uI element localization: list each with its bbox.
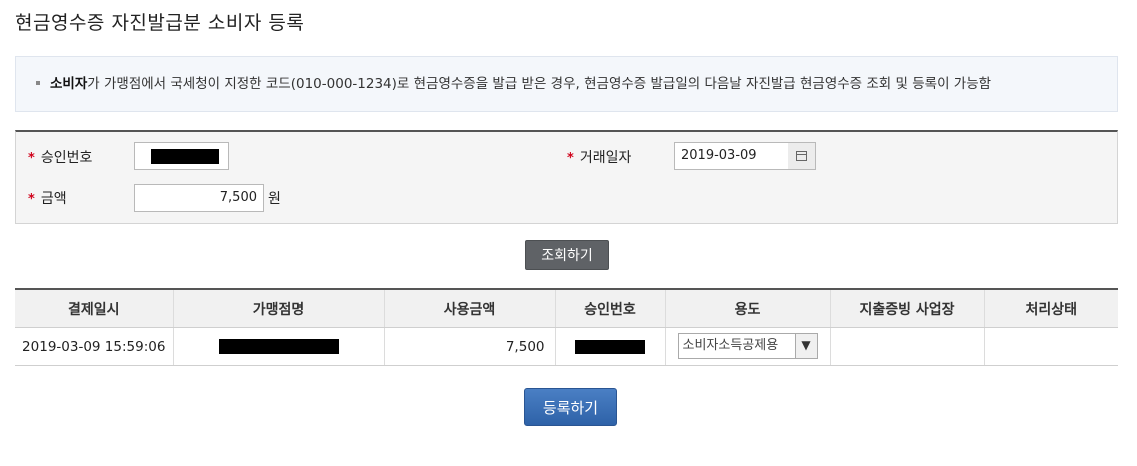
search-button[interactable]: 조회하기 (525, 240, 609, 270)
approval-number-input[interactable] (134, 142, 229, 170)
table-row: 2019-03-09 15:59:06 7,500 소비자소득공제용 ▼ (15, 327, 1118, 366)
required-mark: * (28, 151, 35, 166)
header-datetime: 결제일시 (15, 288, 174, 328)
approval-number-label: * 승인번호 (28, 150, 93, 166)
cell-merchant (173, 327, 385, 366)
cell-business (830, 327, 985, 366)
cell-amount: 7,500 (384, 327, 556, 366)
calendar-icon (796, 151, 807, 161)
transaction-date-label: * 거래일자 (567, 150, 632, 166)
header-status: 처리상태 (984, 288, 1118, 328)
redacted-value (218, 339, 339, 354)
chevron-down-icon[interactable]: ▼ (794, 334, 817, 358)
header-business: 지출증빙 사업장 (830, 288, 985, 328)
required-mark: * (28, 192, 35, 207)
notice-text: 가 가맹점에서 국세청이 지정한 코드(010-000-1234)로 현금영수증… (87, 76, 992, 92)
notice-box: 소비자가 가맹점에서 국세청이 지정한 코드(010-000-1234)로 현금… (15, 56, 1118, 112)
amount-unit: 원 (268, 191, 281, 207)
search-form: * 승인번호 * 거래일자 2019-03-09 * 금액 7,500 원 (15, 130, 1118, 224)
header-merchant: 가맹점명 (173, 288, 385, 328)
usage-selected-value: 소비자소득공제용 (682, 338, 779, 353)
amount-label: * 금액 (28, 191, 67, 207)
redacted-value (151, 149, 219, 164)
header-approval: 승인번호 (555, 288, 666, 328)
result-table: 결제일시 가맹점명 사용금액 승인번호 용도 지출증빙 사업장 처리상태 201… (15, 288, 1118, 366)
redacted-value (575, 339, 645, 354)
header-usage: 용도 (665, 288, 831, 328)
bullet-icon (36, 80, 40, 85)
header-amount: 사용금액 (384, 288, 556, 328)
calendar-button[interactable] (788, 142, 816, 170)
cell-status (984, 327, 1118, 366)
amount-input[interactable]: 7,500 (134, 184, 264, 212)
register-button[interactable]: 등록하기 (524, 388, 617, 426)
table-header-row: 결제일시 가맹점명 사용금액 승인번호 용도 지출증빙 사업장 처리상태 (15, 288, 1118, 328)
required-mark: * (567, 151, 574, 166)
page-title: 현금영수증 자진발급분 소비자 등록 (15, 12, 305, 34)
cell-usage: 소비자소득공제용 ▼ (665, 327, 831, 366)
usage-select[interactable]: 소비자소득공제용 ▼ (677, 333, 818, 359)
cell-approval (555, 327, 666, 366)
notice-bold: 소비자 (50, 76, 88, 92)
transaction-date-input[interactable]: 2019-03-09 (674, 142, 789, 170)
cell-datetime: 2019-03-09 15:59:06 (15, 327, 174, 366)
